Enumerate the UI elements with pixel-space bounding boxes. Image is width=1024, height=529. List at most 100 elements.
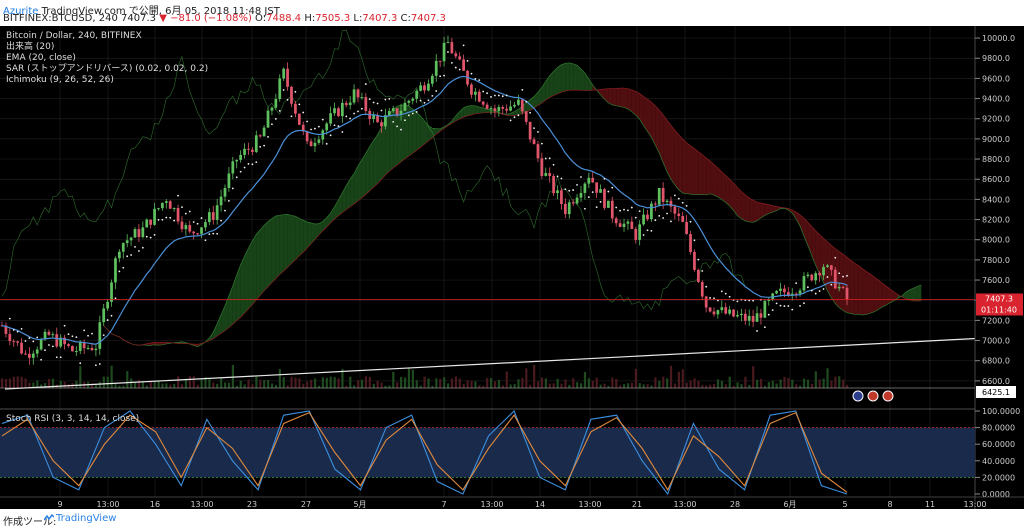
candle <box>783 288 786 293</box>
candle <box>626 221 630 224</box>
candle <box>829 265 833 270</box>
sar-dot <box>165 216 168 219</box>
sar-dot <box>98 363 101 365</box>
sar-dot <box>783 305 786 307</box>
candle <box>67 344 70 346</box>
candle <box>751 315 755 322</box>
sar-dot <box>353 112 355 115</box>
sar-dot <box>32 340 35 343</box>
legend-volume: 出来高 (20) <box>6 40 54 52</box>
sar-dot <box>204 239 207 242</box>
sar-dot <box>118 270 121 273</box>
candle <box>82 342 86 349</box>
candle <box>528 121 532 140</box>
sar-dot <box>24 340 27 342</box>
sar-dot <box>544 157 547 160</box>
sar-dot <box>548 157 551 160</box>
sar-dot <box>587 196 590 199</box>
sar-dot <box>243 166 246 169</box>
sar-dot <box>576 183 578 186</box>
sar-dot <box>568 189 571 192</box>
sar-dot <box>540 142 543 145</box>
candle <box>665 200 669 203</box>
sar-dot <box>799 304 801 307</box>
sar-dot <box>36 336 39 339</box>
sar-dot <box>306 120 309 123</box>
low-value: 7407.3 <box>362 13 398 24</box>
candle <box>372 115 376 119</box>
sar-dot <box>8 317 11 320</box>
sar-dot <box>650 230 653 232</box>
sar-dot <box>619 209 622 212</box>
sar-dot <box>552 163 555 166</box>
candle <box>837 286 841 289</box>
sar-dot <box>634 216 637 219</box>
sar-dot <box>247 163 250 165</box>
candle <box>419 85 422 91</box>
candle <box>309 141 313 147</box>
sar-dot <box>161 218 164 221</box>
sar-dot <box>227 199 230 202</box>
candle <box>716 310 720 315</box>
sar-dot <box>447 51 449 53</box>
sar-dot <box>615 206 618 209</box>
sar-dot <box>658 215 661 217</box>
sar-dot <box>818 290 821 292</box>
candle <box>153 208 156 225</box>
sar-dot <box>59 356 62 359</box>
sar-dot <box>212 232 215 235</box>
candle <box>618 223 622 227</box>
candle <box>712 311 716 315</box>
candle <box>548 173 552 177</box>
candle <box>583 183 587 193</box>
candle <box>517 99 520 105</box>
candle <box>818 273 821 276</box>
sar-dot <box>713 297 715 300</box>
candle <box>207 212 211 223</box>
candle <box>387 111 391 116</box>
sar-dot <box>466 59 469 62</box>
candle <box>168 201 172 209</box>
candle <box>348 102 352 106</box>
time-tick-label: 27 <box>301 500 311 509</box>
sar-dot <box>200 217 203 219</box>
sar-dot <box>94 364 97 367</box>
sar-dot <box>756 330 758 332</box>
sar-dot <box>404 119 406 122</box>
sar-dot <box>646 229 649 232</box>
candle <box>833 269 837 289</box>
candle <box>724 307 728 314</box>
candle <box>243 148 246 155</box>
candle <box>493 108 497 112</box>
legend-ichimoku: Ichimoku (9, 26, 52, 26) <box>6 75 114 85</box>
sar-dot <box>196 222 199 225</box>
sar-dot <box>560 177 563 180</box>
stoch-tick-label: 20.0000 <box>982 473 1015 482</box>
sar-dot <box>642 234 645 236</box>
candle <box>94 348 98 351</box>
candle <box>826 265 829 267</box>
sar-dot <box>294 90 297 93</box>
event-markers[interactable] <box>852 390 894 402</box>
tradingview-link[interactable]: TradingView <box>56 513 116 524</box>
time-tick-label: 6月 <box>783 500 796 509</box>
sar-dot <box>239 170 242 173</box>
sar-dot <box>513 116 516 119</box>
sar-dot <box>341 131 344 133</box>
candle <box>606 200 610 208</box>
candle <box>360 97 364 99</box>
candle <box>294 103 297 114</box>
candle <box>305 131 309 142</box>
chart-canvas[interactable]: Bitcoin / Dollar, 240, BITFINEX 出来高 (20)… <box>0 26 1024 509</box>
candle <box>86 347 90 349</box>
price-tick-label: 8000.0 <box>982 236 1010 245</box>
sar-dot <box>591 191 594 194</box>
time-tick-label: 13:00 <box>96 500 119 509</box>
sar-dot <box>830 283 833 286</box>
price-tick-label: 10000.0 <box>982 34 1015 43</box>
sar-dot <box>349 117 352 120</box>
candle <box>653 203 657 205</box>
candle <box>689 233 692 252</box>
price-tag-countdown: 01:11:40 <box>981 305 1017 314</box>
candle <box>681 216 685 222</box>
